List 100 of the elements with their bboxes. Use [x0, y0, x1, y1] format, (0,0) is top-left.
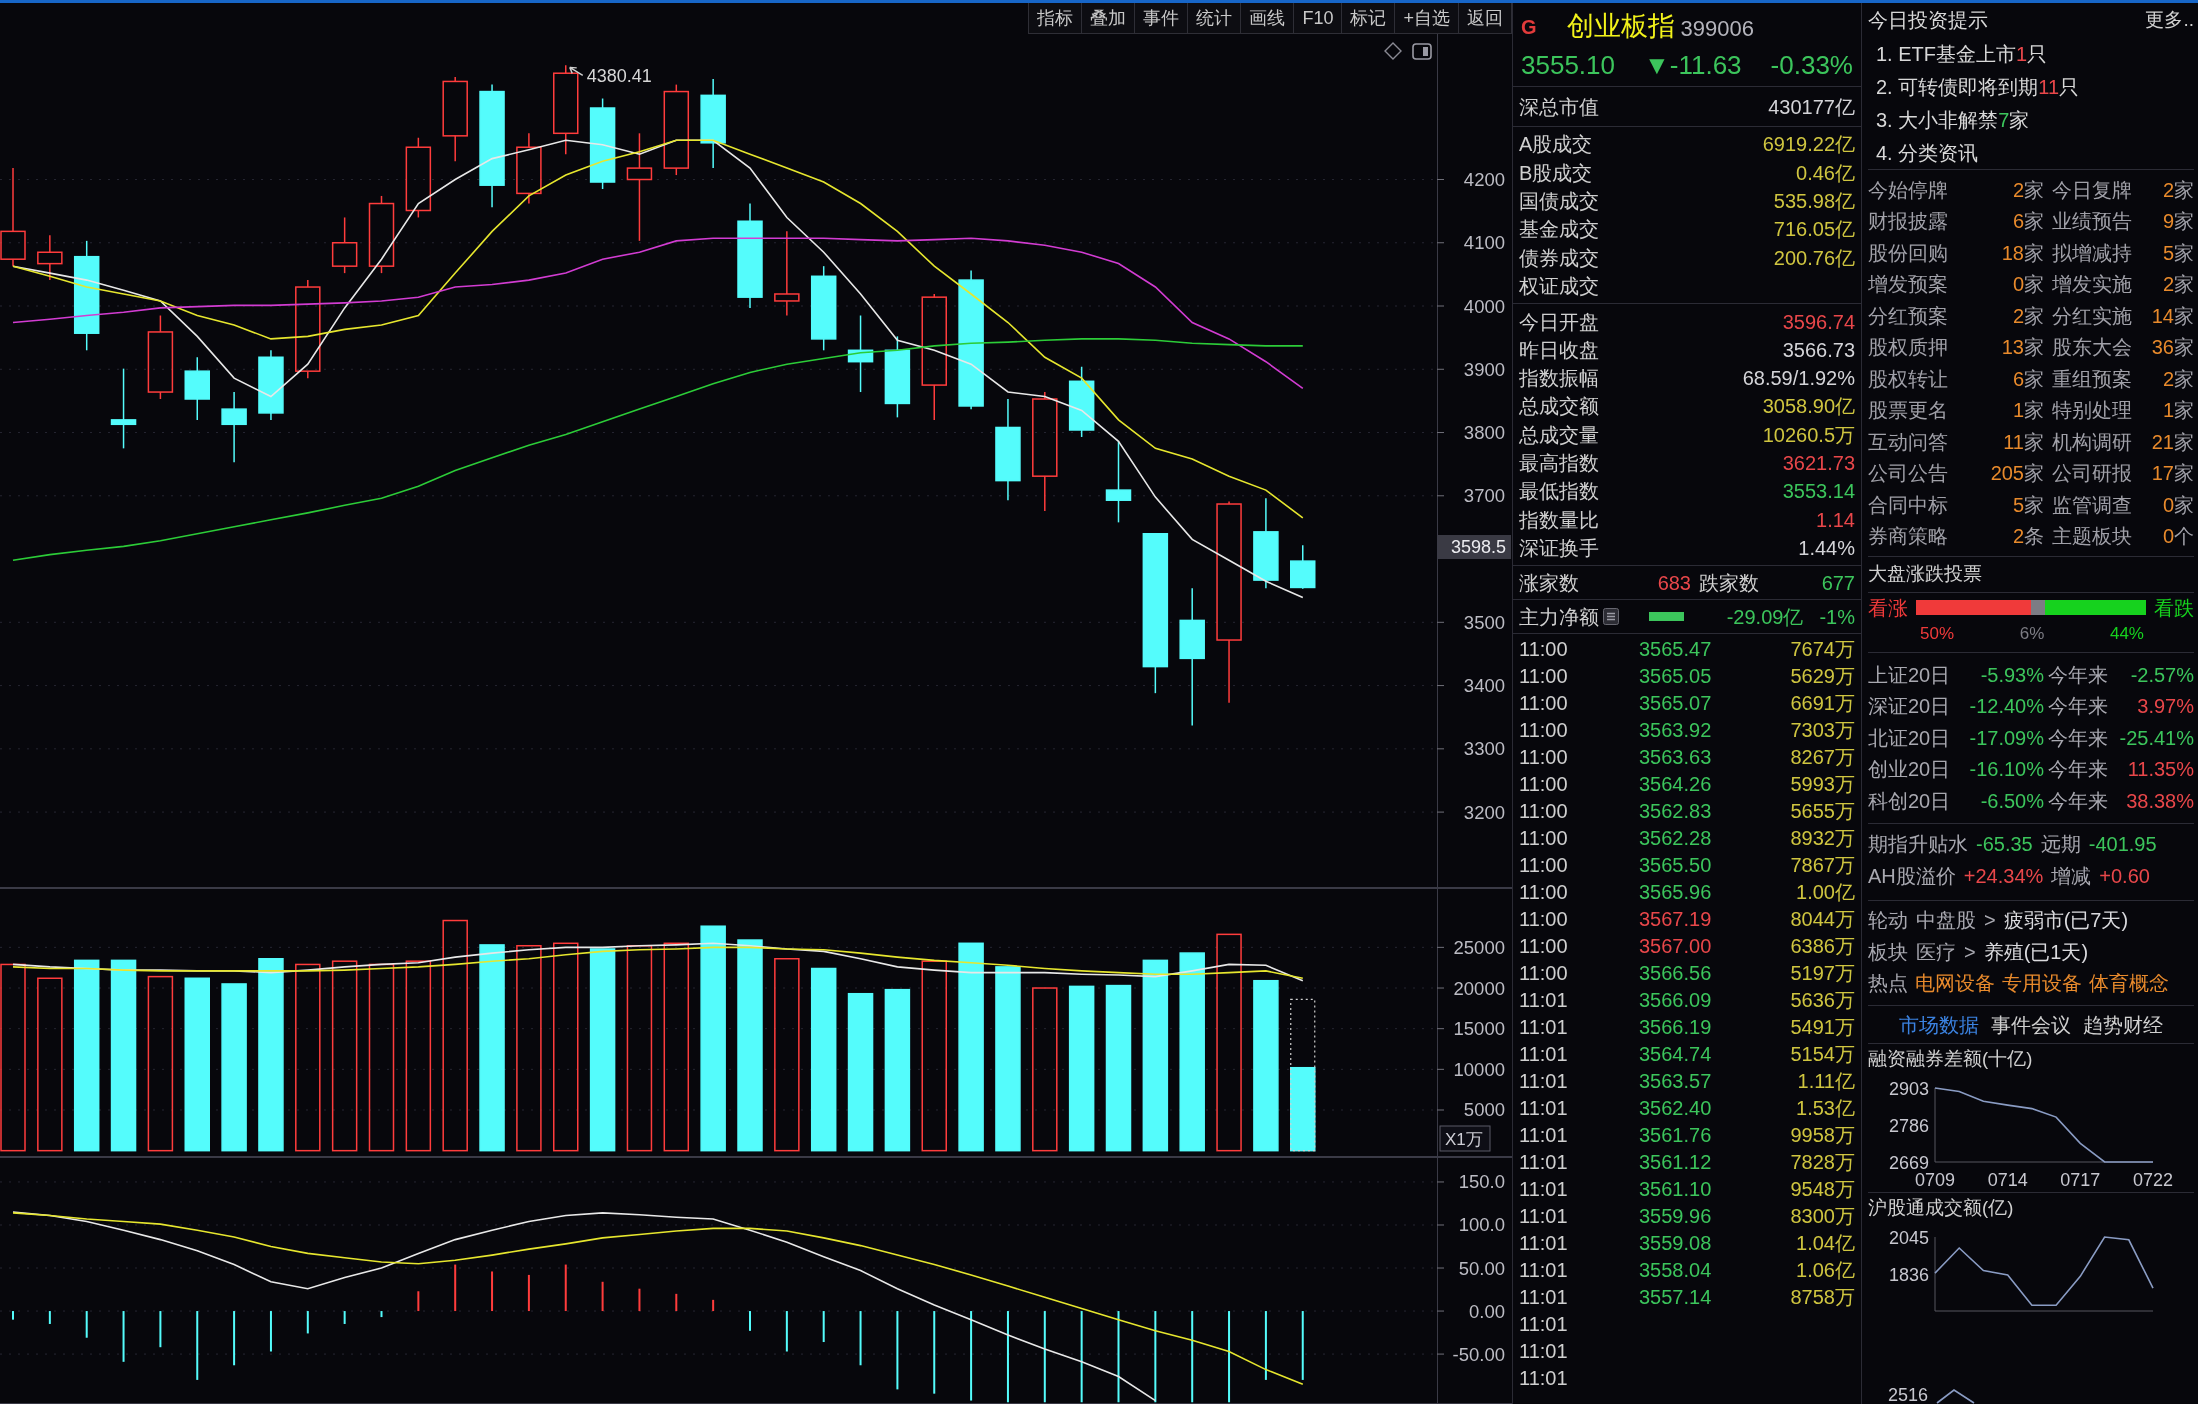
- candlestick: [1068, 366, 1095, 438]
- tip-item[interactable]: 4. 分类资讯: [1868, 136, 1979, 169]
- tip-item[interactable]: 2. 可转债即将到期11只: [1868, 70, 2079, 103]
- ytd-value: -2.57%: [2130, 662, 2194, 688]
- axis-label: 4100: [1463, 232, 1505, 254]
- spread-value: -401.95: [2088, 831, 2157, 857]
- toolbar-button[interactable]: 事件: [1135, 3, 1189, 33]
- stat-label: 深总市值: [1519, 94, 1599, 120]
- spread-label: AH股溢价: [1868, 863, 1956, 889]
- tick-amount: 5655万: [1790, 799, 1855, 824]
- axis-label: 2903: [1888, 1078, 1929, 1099]
- event-count[interactable]: 5家: [2012, 489, 2044, 520]
- event-count[interactable]: 11家: [2003, 426, 2044, 457]
- event-count[interactable]: 2家: [2162, 363, 2194, 394]
- tick-amount: 8044万: [1790, 907, 1855, 932]
- tip-item[interactable]: 3. 大小非解禁7家: [1868, 103, 2030, 136]
- macd-bar: [269, 1311, 272, 1352]
- toolbar-button[interactable]: F10: [1294, 3, 1343, 33]
- toolbar-button[interactable]: 指标: [1029, 3, 1083, 33]
- event-count[interactable]: 0个: [2162, 521, 2194, 552]
- event-count[interactable]: 2家: [2162, 174, 2194, 205]
- price-tag: 3598.5: [1438, 535, 1511, 559]
- toolbar-button[interactable]: 叠加: [1082, 3, 1136, 33]
- macd-bar: [1301, 1311, 1304, 1380]
- event-count[interactable]: 205家: [1990, 458, 2044, 489]
- more-link[interactable]: 更多..: [2145, 5, 2194, 35]
- event-count[interactable]: 14家: [2151, 300, 2194, 331]
- tick-price: 3561.10: [1639, 1177, 1713, 1202]
- tick-amount: 9548万: [1790, 1177, 1855, 1202]
- event-count[interactable]: 2家: [2162, 269, 2194, 300]
- decliners-count: 677: [1821, 572, 1855, 593]
- tick-amount: 1.11亿: [1797, 1069, 1855, 1094]
- return-label: 北证20日: [1868, 725, 1952, 751]
- bull-share: 50%: [1920, 623, 1955, 646]
- event-count[interactable]: 1家: [2162, 395, 2194, 426]
- event-count[interactable]: 0家: [2162, 489, 2194, 520]
- last-price: 3555.10: [1521, 51, 1615, 78]
- event-count[interactable]: 21家: [2151, 426, 2194, 457]
- axis-label: 3400: [1463, 675, 1505, 697]
- event-count[interactable]: 2家: [2012, 174, 2044, 205]
- tab[interactable]: 趋势财经: [2083, 1009, 2163, 1040]
- diamond-icon[interactable]: [1384, 42, 1402, 60]
- stat-value: 716.05亿: [1773, 217, 1855, 243]
- tick-time: 11:00: [1519, 826, 1569, 851]
- toolbar-button[interactable]: 统计: [1188, 3, 1242, 33]
- tick-time: 11:01: [1519, 1042, 1569, 1067]
- event-label: 分红实施: [2052, 303, 2132, 329]
- tick-time: 11:00: [1519, 691, 1569, 716]
- event-count[interactable]: 17家: [2151, 458, 2194, 489]
- hot-topic[interactable]: 电网设备: [1915, 968, 1995, 999]
- rotation-sign: >: [1964, 939, 1976, 965]
- list-icon[interactable]: [1603, 608, 1619, 625]
- hot-topic[interactable]: 体育概念: [2089, 968, 2169, 999]
- event-count[interactable]: 13家: [2001, 332, 2044, 363]
- tick-price: 3565.96: [1639, 880, 1713, 905]
- event-count[interactable]: 0家: [2012, 269, 2044, 300]
- tick-time: 11:00: [1519, 637, 1569, 662]
- tick-price: 3565.07: [1639, 691, 1713, 716]
- tips-title: 今日投资提示: [1868, 8, 1988, 33]
- event-count[interactable]: 5家: [2162, 237, 2194, 268]
- tick-price: 3562.28: [1639, 826, 1713, 851]
- tick-time: 11:01: [1519, 1339, 1569, 1364]
- neutral-share: 6%: [2019, 623, 2045, 646]
- tick-time: 11:01: [1519, 1015, 1569, 1040]
- tick-price: 3564.74: [1639, 1042, 1713, 1067]
- stat-value: 0.46亿: [1796, 160, 1855, 186]
- flow-percent: -1%: [1819, 604, 1855, 630]
- event-count[interactable]: 6家: [2012, 363, 2044, 394]
- tick-price: 3565.05: [1639, 664, 1713, 689]
- stat-value: 3553.14: [1782, 479, 1855, 505]
- tick-time: 11:00: [1519, 799, 1569, 824]
- tick-amount: 6386万: [1790, 934, 1855, 959]
- event-count[interactable]: 36家: [2151, 332, 2194, 363]
- ytd-label: 今年来: [2047, 788, 2109, 814]
- toolbar-button[interactable]: 返回: [1459, 3, 1512, 33]
- tick-amount: 7674万: [1790, 637, 1855, 662]
- tick-amount: 7828万: [1790, 1150, 1855, 1175]
- stat-value: 3566.73: [1782, 337, 1855, 363]
- event-count[interactable]: 18家: [2001, 237, 2044, 268]
- panel-toggle-icon[interactable]: [1412, 42, 1432, 60]
- tick-amount: 6691万: [1790, 691, 1855, 716]
- toolbar-button[interactable]: 标记: [1342, 3, 1396, 33]
- stat-value: 200.76亿: [1773, 245, 1855, 271]
- event-count[interactable]: 1家: [2012, 395, 2044, 426]
- toolbar-button[interactable]: +自选: [1395, 3, 1459, 33]
- macd-bar: [85, 1311, 88, 1338]
- toolbar-button[interactable]: 画线: [1241, 3, 1295, 33]
- event-count[interactable]: 9家: [2162, 206, 2194, 237]
- tab[interactable]: 事件会议: [1991, 1009, 2071, 1040]
- bear-label: 看跌: [2154, 595, 2194, 621]
- hot-topic[interactable]: 专用设备: [2002, 968, 2082, 999]
- macd-bar: [343, 1311, 346, 1324]
- tick-price: 3564.26: [1639, 772, 1713, 797]
- tip-item[interactable]: 1. ETF基金上市1只: [1868, 37, 2048, 70]
- event-count[interactable]: 2条: [2012, 521, 2044, 552]
- event-count[interactable]: 6家: [2012, 206, 2044, 237]
- event-label: 公司公告: [1868, 461, 1948, 487]
- tab[interactable]: 市场数据: [1899, 1009, 1979, 1040]
- stat-value: 1.14: [1816, 507, 1855, 533]
- event-count[interactable]: 2家: [2012, 300, 2044, 331]
